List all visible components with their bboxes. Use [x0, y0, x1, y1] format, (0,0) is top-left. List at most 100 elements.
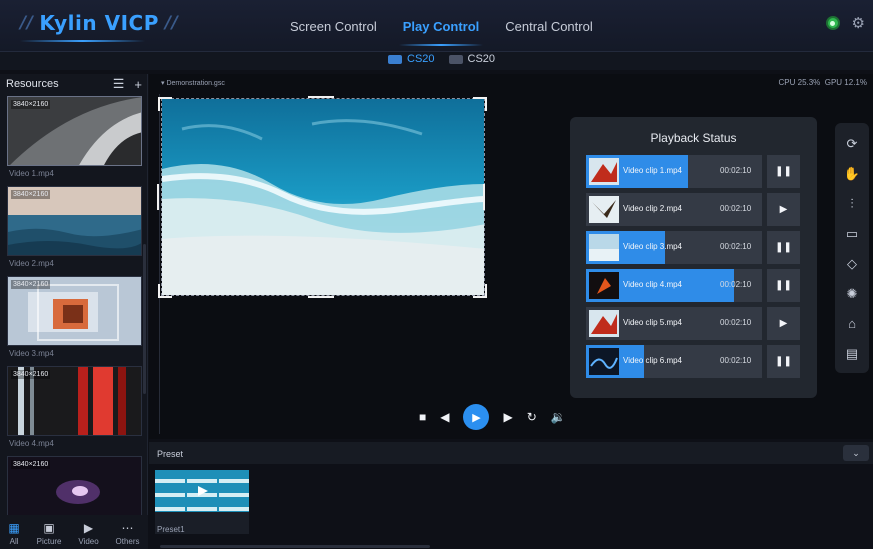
pause-icon[interactable]: ❚❚: [767, 155, 800, 188]
resize-handle-bottom-right[interactable]: [473, 284, 487, 298]
resize-handle-bottom[interactable]: [308, 296, 334, 298]
resize-handle-top-right[interactable]: [473, 97, 487, 111]
tab-central-control[interactable]: Central Control: [505, 0, 592, 52]
list-icon[interactable]: ☰: [113, 76, 125, 92]
preset-item[interactable]: Preset1: [155, 470, 249, 534]
device-tab-2[interactable]: CS20: [448, 53, 496, 65]
resources-header: Resources ☰ +: [0, 74, 148, 94]
video-canvas[interactable]: [161, 98, 485, 296]
filter-all[interactable]: ▦ All: [8, 521, 19, 546]
resource-name: Video 4.mp4: [9, 439, 54, 448]
resize-handle-right[interactable]: [483, 184, 485, 210]
hand-icon[interactable]: ✋: [844, 159, 860, 189]
save-icon[interactable]: ▤: [846, 339, 858, 369]
playback-row: Video clip 2.mp4 00:02:10 ▶: [586, 193, 800, 226]
pause-icon[interactable]: ❚❚: [767, 231, 800, 264]
resource-item[interactable]: 3840×2160 Video 2.mp4: [7, 186, 142, 274]
resource-resolution: 3840×2160: [11, 280, 51, 289]
resource-item[interactable]: 3840×2160 Video 4.mp4: [7, 366, 142, 454]
gear-icon[interactable]: ⚙: [852, 14, 865, 32]
preset-name: Preset1: [157, 525, 185, 534]
clip-time: 00:02:10: [720, 318, 752, 327]
resource-filter-bar: ▦ All ▣ Picture ▶ Video ⋯ Others: [0, 515, 148, 549]
playback-row: Video clip 3.mp4 00:02:10 ❚❚: [586, 231, 800, 264]
filter-label: All: [9, 537, 19, 546]
clip-thumbnail: [589, 310, 619, 337]
playback-progress-bar[interactable]: Video clip 6.mp4 00:02:10: [586, 345, 762, 378]
resource-item[interactable]: 3840×2160 Video 1.mp4: [7, 96, 142, 184]
next-icon[interactable]: ▶: [503, 410, 512, 424]
resource-item[interactable]: 3840×2160 Video 3.mp4: [7, 276, 142, 364]
clear-icon[interactable]: ⌂: [848, 309, 856, 339]
playback-row: Video clip 5.mp4 00:02:10 ▶: [586, 307, 800, 340]
online-status-icon[interactable]: [825, 16, 840, 30]
add-icon[interactable]: +: [134, 77, 142, 92]
file-name-text: Demonstration.gsc: [166, 80, 225, 87]
tab-play-control[interactable]: Play Control: [398, 0, 483, 52]
playback-progress-bar[interactable]: Video clip 4.mp4 00:02:10: [586, 269, 762, 302]
grid-icon: ▦: [8, 521, 20, 535]
play-icon[interactable]: ▶: [463, 404, 490, 430]
play-icon[interactable]: ▶: [767, 307, 800, 340]
clip-time: 00:02:10: [720, 356, 752, 365]
resource-list: 3840×2160 Video 1.mp4 3840×2160 Video 2.…: [7, 96, 142, 546]
device-label: CS20: [467, 53, 496, 65]
main-nav: Screen Control Play Control Central Cont…: [290, 0, 619, 52]
resize-handle-top-left[interactable]: [158, 97, 172, 111]
clip-thumbnail: [589, 348, 619, 375]
resource-name: Video 1.mp4: [9, 169, 54, 178]
resource-usage: CPU 25.3% GPU 12.1%: [779, 78, 868, 87]
more-icon: ⋯: [121, 521, 134, 535]
chevron-down-icon[interactable]: ⌄: [843, 445, 869, 461]
preset-panel: Preset1: [149, 464, 873, 549]
preset-thumbnail: [155, 470, 249, 512]
cpu-usage: CPU 25.3%: [778, 78, 821, 87]
picture-icon: ▣: [43, 521, 55, 535]
refresh-icon[interactable]: ⟳: [847, 129, 858, 159]
playback-progress-bar[interactable]: Video clip 1.mp4 00:02:10: [586, 155, 762, 188]
resize-handle-top[interactable]: [308, 96, 334, 98]
filter-others[interactable]: ⋯ Others: [116, 521, 140, 546]
timeline-line: [159, 94, 160, 434]
resize-handle-left[interactable]: [157, 184, 159, 210]
resource-resolution: 3840×2160: [11, 100, 51, 109]
clip-thumbnail: [589, 196, 619, 223]
play-icon[interactable]: ▶: [767, 193, 800, 226]
playback-row: Video clip 1.mp4 00:02:10 ❚❚: [586, 155, 800, 188]
audio-icon[interactable]: ⫶: [850, 189, 853, 219]
monitor-icon[interactable]: ▭: [846, 219, 858, 249]
stop-icon[interactable]: ■: [419, 410, 426, 424]
resource-resolution: 3840×2160: [11, 370, 51, 379]
previous-icon[interactable]: ◀: [440, 410, 449, 424]
playback-status-panel: Playback Status Video clip 1.mp4 00:02:10…: [570, 117, 817, 398]
playback-progress-bar[interactable]: Video clip 3.mp4 00:02:10: [586, 231, 762, 264]
device-tab-1[interactable]: CS20: [388, 53, 435, 65]
device-bar: CS20 CS20: [0, 52, 873, 70]
location-icon[interactable]: ◇: [847, 249, 857, 279]
loop-icon[interactable]: ↻: [527, 410, 537, 424]
clip-name: Video clip 2.mp4: [623, 204, 682, 213]
clip-name: Video clip 1.mp4: [623, 166, 682, 175]
app-logo: // Kylin VICP //: [14, 8, 184, 38]
resource-name: Video 2.mp4: [9, 259, 54, 268]
tab-screen-control[interactable]: Screen Control: [290, 0, 377, 52]
playback-progress-bar[interactable]: Video clip 2.mp4 00:02:10: [586, 193, 762, 226]
filter-video[interactable]: ▶ Video: [78, 521, 98, 546]
pause-icon[interactable]: ❚❚: [767, 345, 800, 378]
volume-icon[interactable]: 🔉: [551, 410, 566, 424]
device-icon: [388, 54, 402, 64]
preset-header: Preset ⌄: [149, 442, 873, 464]
logo-text: Kylin VICP: [39, 11, 159, 35]
gpu-usage: GPU 12.1%: [824, 78, 867, 87]
playback-progress-bar[interactable]: Video clip 5.mp4 00:02:10: [586, 307, 762, 340]
clip-time: 00:02:10: [720, 242, 752, 251]
filter-label: Picture: [36, 537, 62, 546]
resize-handle-bottom-left[interactable]: [158, 284, 172, 298]
pause-icon[interactable]: ❚❚: [767, 269, 800, 302]
clip-time: 00:02:10: [720, 280, 752, 289]
preset-scrollbar[interactable]: [160, 545, 430, 548]
clip-name: Video clip 6.mp4: [623, 356, 682, 365]
sidebar-scrollbar[interactable]: [143, 244, 146, 394]
filter-picture[interactable]: ▣ Picture: [37, 521, 62, 546]
settings-icon[interactable]: ✺: [847, 279, 858, 309]
